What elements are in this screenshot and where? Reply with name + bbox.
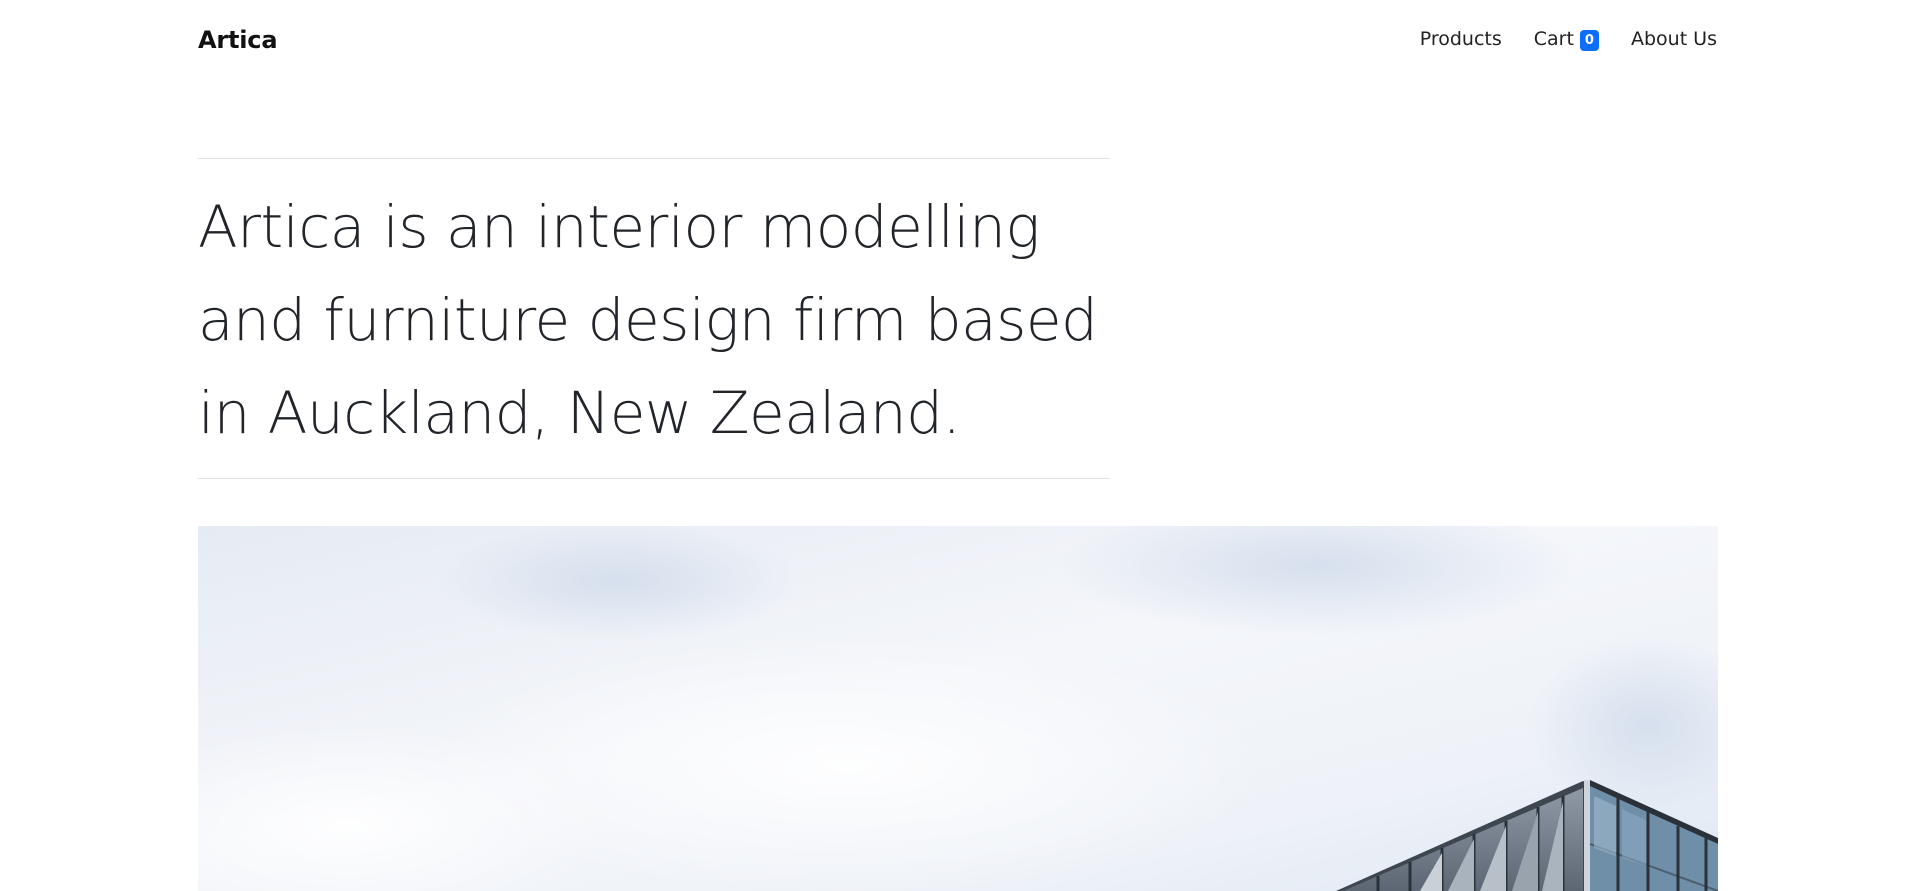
building-photo [198,526,1718,891]
nav-link-products[interactable]: Products [1420,28,1502,50]
brand-logo-link[interactable]: Artica [198,26,278,54]
cart-count-badge: 0 [1579,29,1599,51]
cart-label: Cart [1533,28,1574,50]
nav-links: Products Cart 0 About Us [1420,28,1717,51]
nav-link-about[interactable]: About Us [1631,28,1717,50]
hero-heading: Artica is an interior modelling and furn… [198,193,1098,447]
building-photo-graphic [198,526,1718,891]
nav-link-cart[interactable]: Cart 0 [1533,28,1599,51]
hero-section: Artica is an interior modelling and furn… [198,158,1110,479]
navbar: Artica Products Cart 0 About Us [0,0,1907,84]
